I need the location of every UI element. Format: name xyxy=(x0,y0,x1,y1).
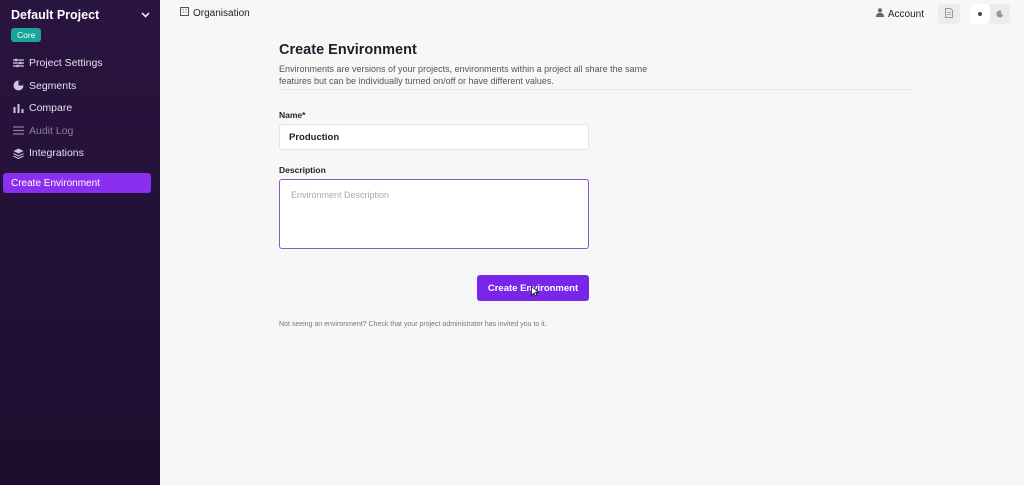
moon-icon[interactable] xyxy=(990,4,1010,24)
sidebar-item-segments[interactable]: Segments xyxy=(0,75,160,98)
hint-text: Not seeing an environment? Check that yo… xyxy=(279,321,547,328)
organisation-link[interactable]: Organisation xyxy=(180,7,250,19)
name-input[interactable] xyxy=(279,124,589,150)
building-icon xyxy=(180,7,189,19)
list-icon xyxy=(12,125,24,137)
sidebar-item-label: Audit Log xyxy=(29,124,74,137)
sidebar-item-label: Integrations xyxy=(29,147,84,160)
project-selector[interactable]: Default Project xyxy=(0,0,160,24)
sidebar-item-label: Project Settings xyxy=(29,57,103,70)
sidebar-item-create-environment[interactable]: Create Environment xyxy=(3,173,151,193)
docs-button[interactable] xyxy=(938,4,960,24)
user-icon xyxy=(875,8,884,20)
account-label: Account xyxy=(887,8,924,20)
divider xyxy=(279,89,913,90)
page-title: Create Environment xyxy=(279,42,417,58)
sliders-icon xyxy=(12,57,24,69)
sidebar-item-integrations[interactable]: Integrations xyxy=(0,142,160,165)
sidebar: Default Project Core Project Settings Se… xyxy=(0,0,160,485)
sidebar-item-compare[interactable]: Compare xyxy=(0,97,160,120)
sun-icon[interactable] xyxy=(970,4,990,24)
sidebar-item-label: Segments xyxy=(29,79,77,92)
chevron-down-icon[interactable] xyxy=(141,10,150,21)
mouse-cursor-icon xyxy=(531,284,540,297)
create-environment-form-header: Create Environment Environments are vers… xyxy=(279,42,919,87)
topbar-actions: Account xyxy=(875,4,1010,24)
page-description: Environments are versions of your projec… xyxy=(279,64,648,86)
theme-toggle[interactable] xyxy=(970,4,1010,24)
pie-chart-icon xyxy=(12,80,24,92)
description-textarea[interactable] xyxy=(279,179,589,249)
document-icon xyxy=(945,8,953,20)
name-label: Name* xyxy=(279,110,306,120)
layers-icon xyxy=(12,147,24,159)
bar-chart-icon xyxy=(12,102,24,114)
description-label: Description xyxy=(279,165,326,175)
sidebar-item-audit-log[interactable]: Audit Log xyxy=(0,120,160,143)
sidebar-item-project-settings[interactable]: Project Settings xyxy=(0,52,160,75)
organisation-label: Organisation xyxy=(193,7,250,19)
project-badge: Core xyxy=(11,28,42,42)
sidebar-nav: Project Settings Segments Compare Audit … xyxy=(0,52,160,165)
project-title: Default Project xyxy=(11,8,100,22)
sidebar-item-label: Compare xyxy=(29,102,73,115)
account-link[interactable]: Account xyxy=(875,8,924,20)
